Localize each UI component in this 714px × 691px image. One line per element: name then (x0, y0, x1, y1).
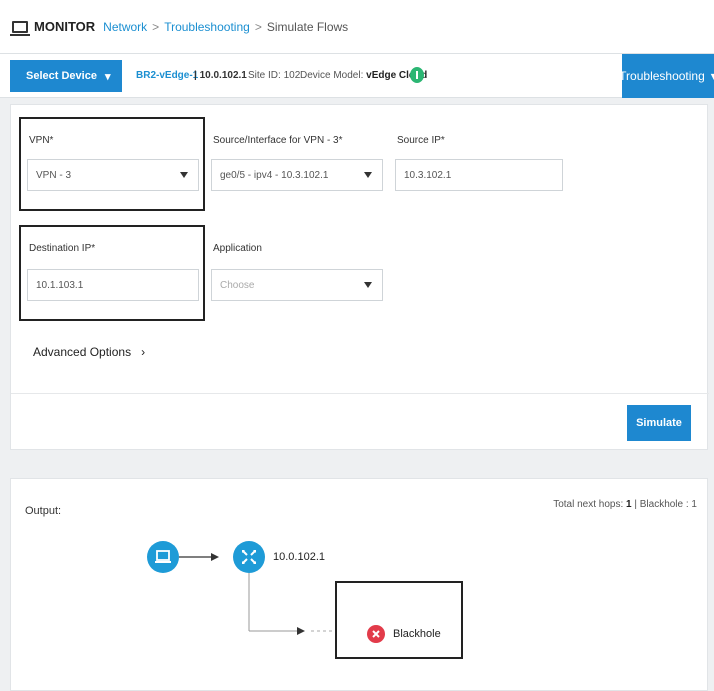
breadcrumb-troubleshooting[interactable]: Troubleshooting (164, 20, 250, 34)
section-title: MONITOR (34, 19, 96, 34)
blackhole-label: Blackhole (393, 628, 441, 640)
caret-down-icon (364, 172, 372, 178)
source-ip-value: 10.3.102.1 (404, 169, 452, 181)
divider (11, 393, 709, 394)
advanced-options-toggle[interactable]: Advanced Options › (33, 345, 145, 359)
advanced-options-label: Advanced Options (33, 345, 132, 359)
site-id: Site ID: 102 (248, 70, 301, 81)
select-device-label: Select Device (26, 70, 97, 82)
next-hop-ip: 10.0.102.1 (273, 551, 325, 563)
troubleshooting-label: Troubleshooting (619, 69, 705, 83)
breadcrumb-current: Simulate Flows (266, 19, 349, 34)
simulate-button[interactable]: Simulate (627, 405, 691, 441)
device-ip: | 10.0.102.1 (194, 70, 247, 81)
close-circle-icon[interactable] (367, 625, 385, 643)
source-ip-label: Source IP* (397, 135, 445, 146)
simulate-form: VPN* VPN - 3 Source/Interface for VPN - … (10, 104, 709, 450)
output-panel: Output: Total next hops: 1 | Blackhole :… (10, 478, 708, 691)
select-device-button[interactable]: Select Device ▾ (10, 60, 122, 92)
arrow-right-icon (211, 553, 219, 561)
application-select[interactable]: Choose (211, 269, 383, 301)
troubleshooting-button[interactable]: Troubleshooting ▾ (619, 54, 714, 98)
breadcrumb-network[interactable]: Network (103, 20, 147, 34)
chevron-right-icon: › (141, 345, 146, 359)
application-placeholder: Choose (220, 279, 255, 291)
info-icon[interactable] (410, 67, 424, 83)
blackhole-highlight-box (335, 581, 463, 659)
arrow-right-icon (297, 627, 305, 635)
source-interface-label: Source/Interface for VPN - 3* (213, 135, 343, 146)
router-icon[interactable] (233, 541, 265, 573)
monitor-icon (10, 20, 30, 36)
application-label: Application (213, 243, 262, 254)
source-interface-value: ge0/5 - ipv4 - 10.3.102.1 (220, 169, 329, 181)
caret-down-icon (364, 282, 372, 288)
device-name[interactable]: BR2-vEdge-1 (136, 70, 198, 81)
source-ip-input[interactable]: 10.3.102.1 (395, 159, 563, 191)
laptop-icon[interactable] (147, 541, 179, 573)
device-bar: Select Device ▾ BR2-vEdge-1 | 10.0.102.1… (0, 54, 714, 98)
device-model: Device Model: vEdge Cloud (300, 70, 427, 81)
chevron-down-icon: ▾ (104, 70, 111, 83)
source-interface-select[interactable]: ge0/5 - ipv4 - 10.3.102.1 (211, 159, 383, 191)
breadcrumb-separator: > (254, 19, 262, 34)
device-model-label: Device Model: (300, 70, 364, 81)
header-bar: MONITOR Network > Troubleshooting > Simu… (0, 0, 714, 54)
destination-ip-highlight-box (19, 225, 205, 321)
vpn-highlight-box (19, 117, 205, 211)
breadcrumb-separator: > (152, 19, 160, 34)
